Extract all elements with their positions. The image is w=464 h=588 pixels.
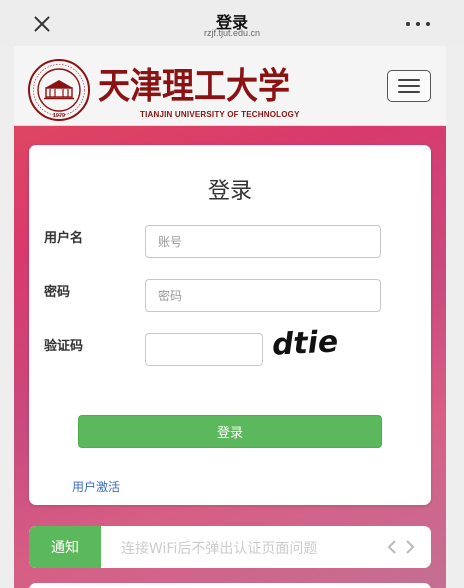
more-dot — [406, 22, 410, 26]
top-nav-bar: 登录 rzjf.tjut.edu.cn — [0, 0, 464, 46]
university-name-calligraphy: 天津理工大学 — [98, 65, 290, 104]
password-label: 密码 — [44, 285, 71, 300]
more-icon[interactable] — [406, 21, 430, 27]
more-dot — [416, 22, 420, 26]
bottom-card-edge — [29, 583, 431, 588]
university-seal-logo: 1979 — [28, 59, 90, 121]
notice-bar: 通知 连接WiFi后不弹出认证页面问题 — [29, 526, 431, 568]
login-button[interactable]: 登录 — [78, 415, 382, 448]
chevron-left-icon[interactable] — [385, 540, 399, 554]
captcha-text: dtie — [271, 324, 339, 362]
more-dot — [426, 22, 430, 26]
captcha-input[interactable] — [145, 333, 263, 366]
page-domain: rzjf.tjut.edu.cn — [203, 28, 261, 38]
user-activation-link[interactable]: 用户激活 — [72, 478, 120, 495]
notice-tag: 通知 — [29, 526, 101, 568]
login-title: 登录 — [207, 179, 252, 204]
password-input[interactable] — [145, 279, 381, 312]
menu-bar — [398, 85, 420, 87]
username-label: 用户名 — [44, 231, 84, 246]
menu-bar — [398, 79, 420, 81]
username-input[interactable] — [145, 225, 381, 258]
login-card: 登录 用户名 密码 验证码 dtie 登录 用户激活 — [29, 145, 431, 505]
site-header: 1979 天津理工大学 TIANJIN UNIVERSITY OF TECHNO… — [14, 46, 446, 126]
hamburger-icon[interactable] — [387, 70, 431, 102]
captcha-label: 验证码 — [44, 339, 84, 354]
seal-year: 1979 — [53, 113, 65, 119]
captcha-image[interactable]: dtie — [271, 321, 341, 363]
page-body: 1979 天津理工大学 TIANJIN UNIVERSITY OF TECHNO… — [14, 46, 446, 588]
chevron-right-icon[interactable] — [403, 540, 417, 554]
university-name-en: TIANJIN UNIVERSITY OF TECHNOLOGY — [140, 110, 300, 119]
notice-text[interactable]: 连接WiFi后不弹出认证页面问题 — [121, 538, 317, 558]
menu-bar — [398, 91, 420, 93]
university-name: 天津理工大学 — [98, 65, 290, 104]
